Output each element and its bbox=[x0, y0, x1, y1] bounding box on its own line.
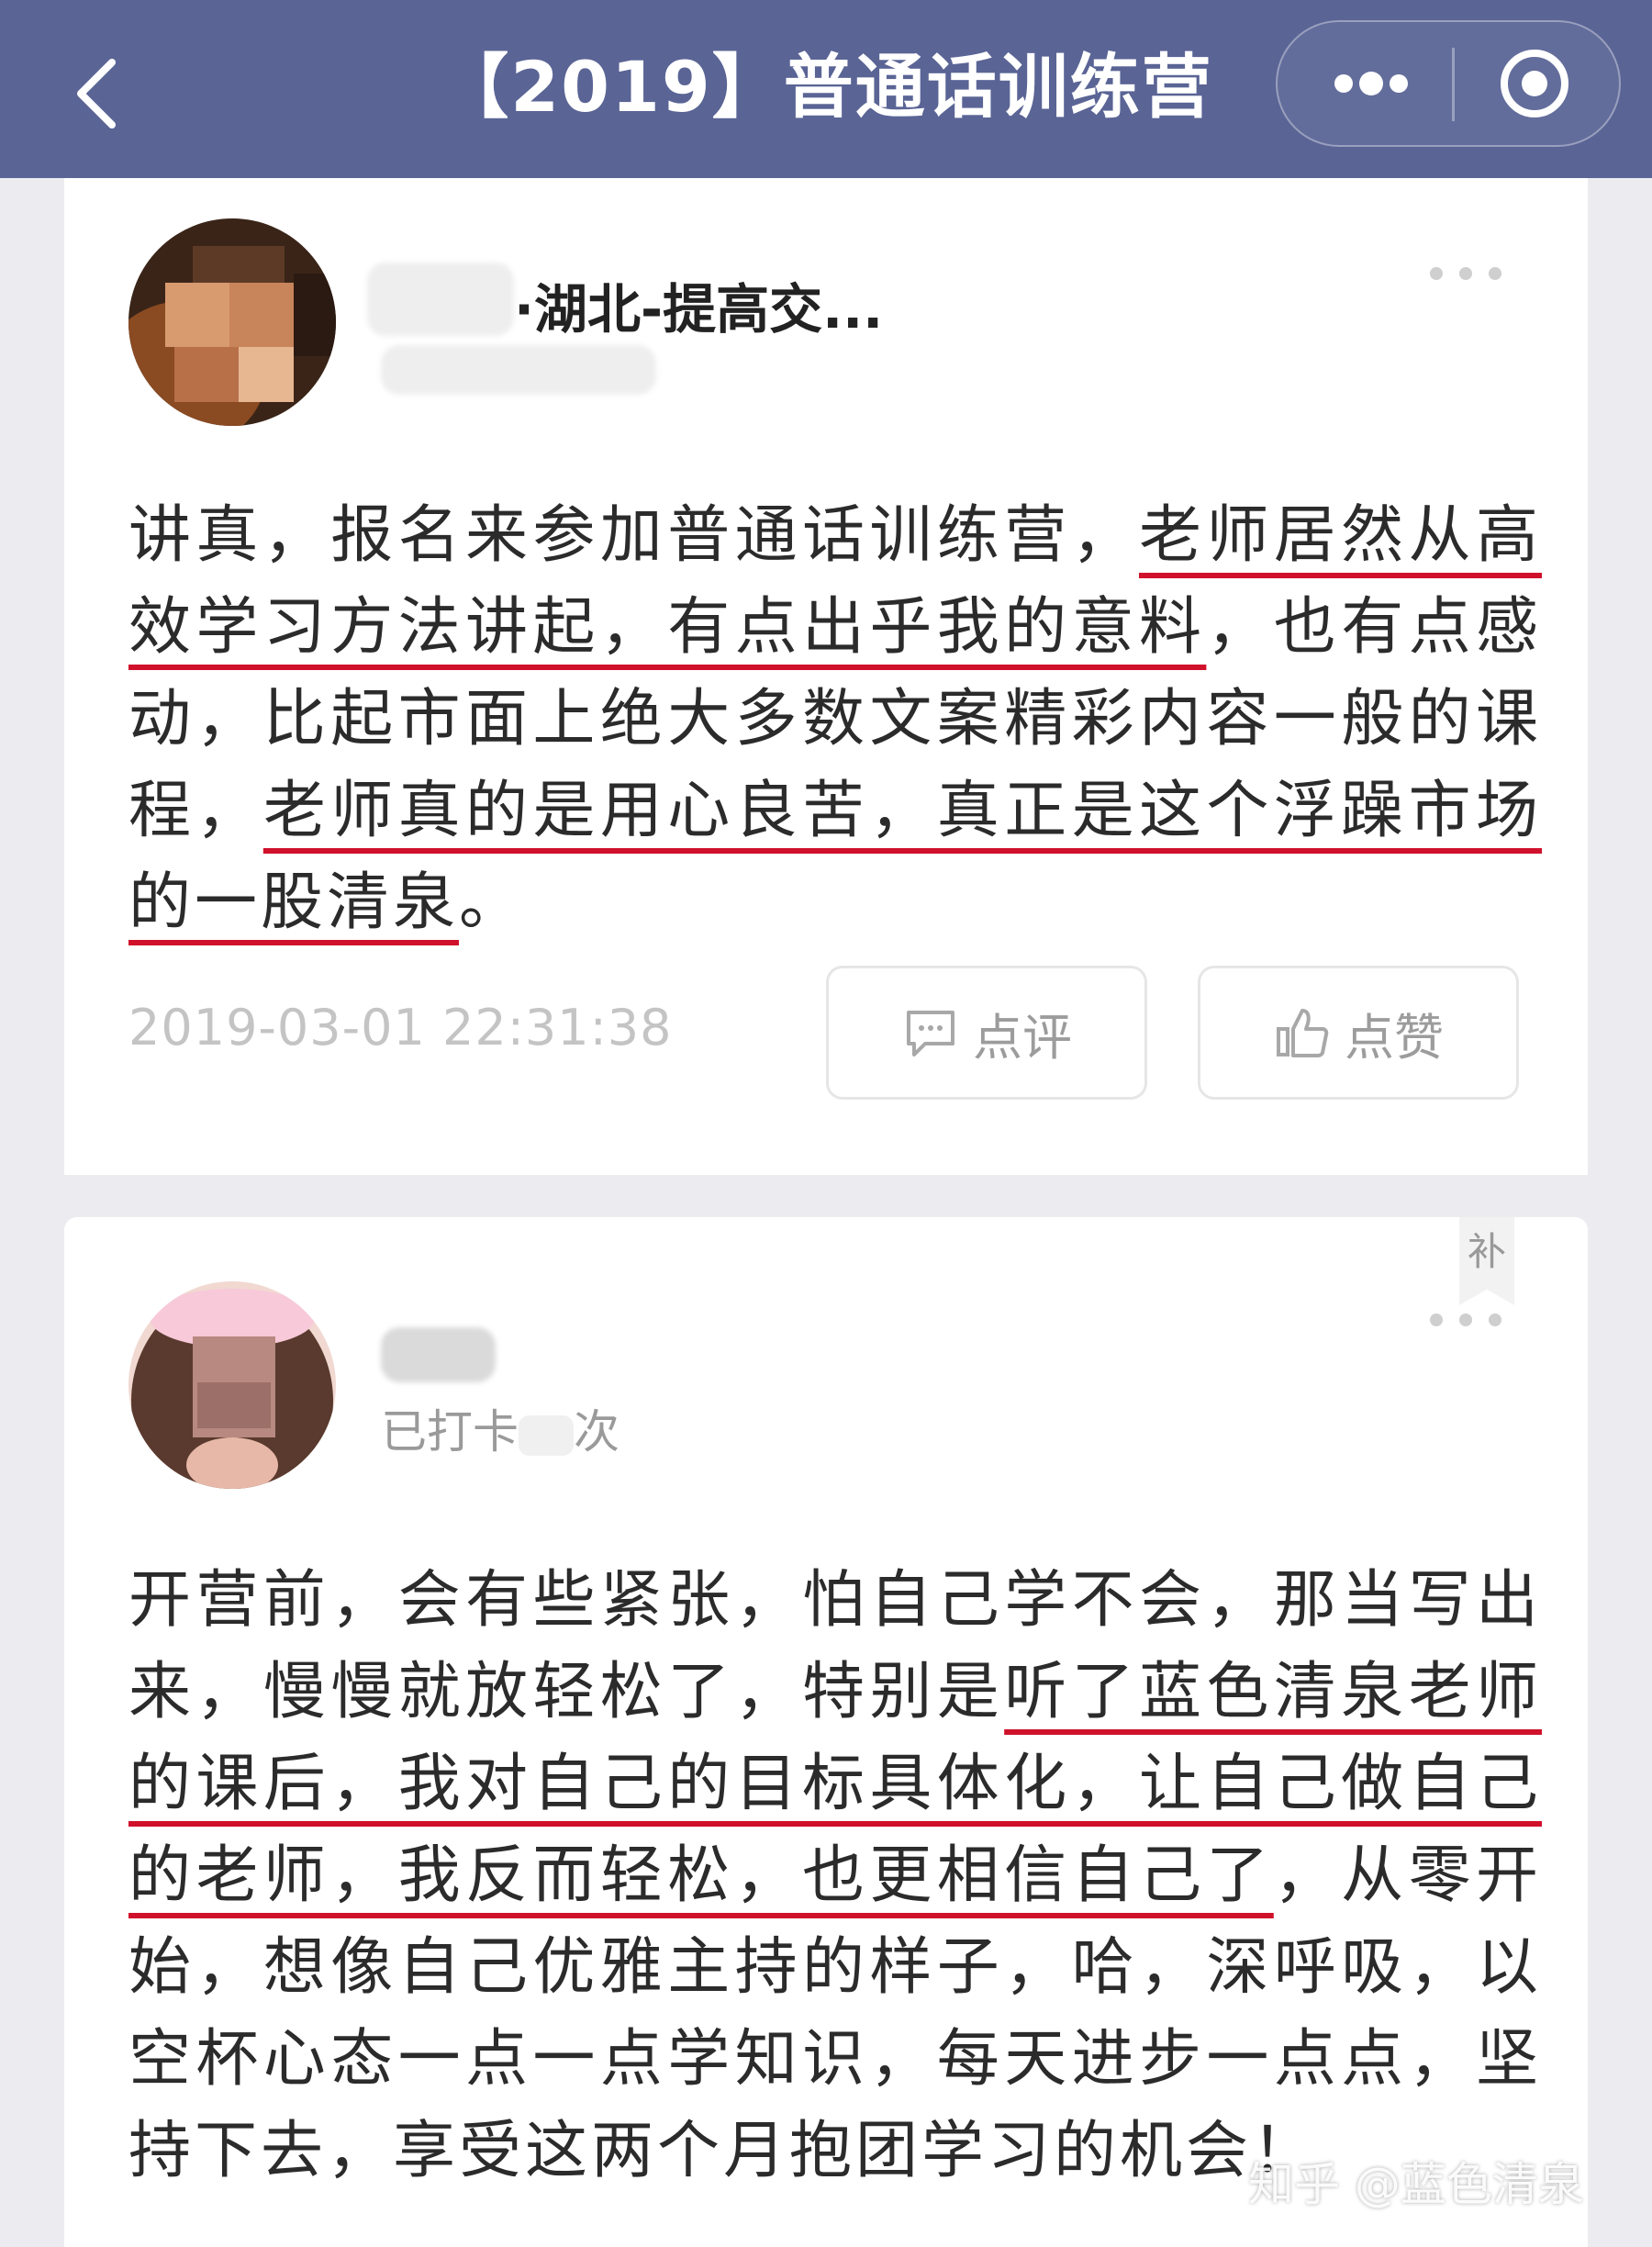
text-segment: 。 bbox=[459, 866, 526, 939]
watermark: 知乎 @蓝色清泉 bbox=[1248, 2158, 1584, 2211]
blurred-username bbox=[381, 1327, 496, 1382]
nav-bar: 【2019】普通话训练营 bbox=[0, 0, 1652, 178]
checkin-count: 已打卡次 bbox=[381, 1405, 620, 1459]
more-button[interactable] bbox=[1305, 40, 1434, 127]
post-menu-button[interactable] bbox=[1430, 266, 1531, 303]
thumbs-up-icon bbox=[1277, 1009, 1329, 1057]
capsule-divider bbox=[1452, 48, 1455, 121]
blurred-username bbox=[367, 263, 514, 336]
comment-label: 点评 bbox=[973, 1008, 1072, 1067]
comment-icon bbox=[907, 1011, 954, 1056]
comment-button[interactable]: 点评 bbox=[826, 966, 1147, 1100]
blurred-subtitle bbox=[381, 345, 656, 395]
post-menu-button[interactable] bbox=[1430, 1313, 1531, 1349]
chevron-left-icon bbox=[77, 59, 116, 129]
avatar-image-icon bbox=[128, 218, 336, 426]
text-segment: 讲真，报名来参加普通话训练营， bbox=[128, 499, 1139, 572]
avatar[interactable] bbox=[128, 1281, 336, 1489]
post-timestamp: 2019-03-01 22:31:38 bbox=[128, 999, 673, 1056]
page-title: 【2019】普通话训练营 bbox=[439, 46, 1213, 128]
username[interactable]: ·湖北-提高交... bbox=[514, 266, 883, 343]
like-button[interactable]: 点赞 bbox=[1198, 966, 1519, 1100]
post-content: 讲真，报名来参加普通话训练营，老师居然从高效学习方法讲起，有点出乎我的意料，也有… bbox=[128, 490, 1542, 949]
supplement-badge: 补 bbox=[1459, 1217, 1514, 1305]
post-card: ·湖北-提高交... 讲真，报名来参加普通话训练营，老师居然从高效学习方法讲起，… bbox=[64, 178, 1588, 1175]
back-button[interactable] bbox=[46, 37, 156, 147]
target-circle-icon bbox=[1501, 50, 1568, 117]
highlighted-text: 老师真的是用心良苦，真正是这个浮躁市场的一股清泉 bbox=[128, 775, 1542, 939]
mini-program-capsule bbox=[1276, 20, 1621, 147]
post-content: 开营前，会有些紧张，怕自己学不会，那当写出来，慢慢就放轻松了，特别是听了蓝色清泉… bbox=[128, 1555, 1542, 2197]
post-card: 补 已打卡次 开营前，会有些紧张，怕自己学不会，那当写出来，慢慢就放轻松了，特别… bbox=[64, 1217, 1588, 2247]
like-label: 点赞 bbox=[1345, 1008, 1444, 1067]
more-dots-icon bbox=[1334, 72, 1408, 95]
close-button[interactable] bbox=[1484, 40, 1585, 127]
avatar-image-icon bbox=[128, 1281, 336, 1489]
avatar[interactable] bbox=[128, 218, 336, 426]
